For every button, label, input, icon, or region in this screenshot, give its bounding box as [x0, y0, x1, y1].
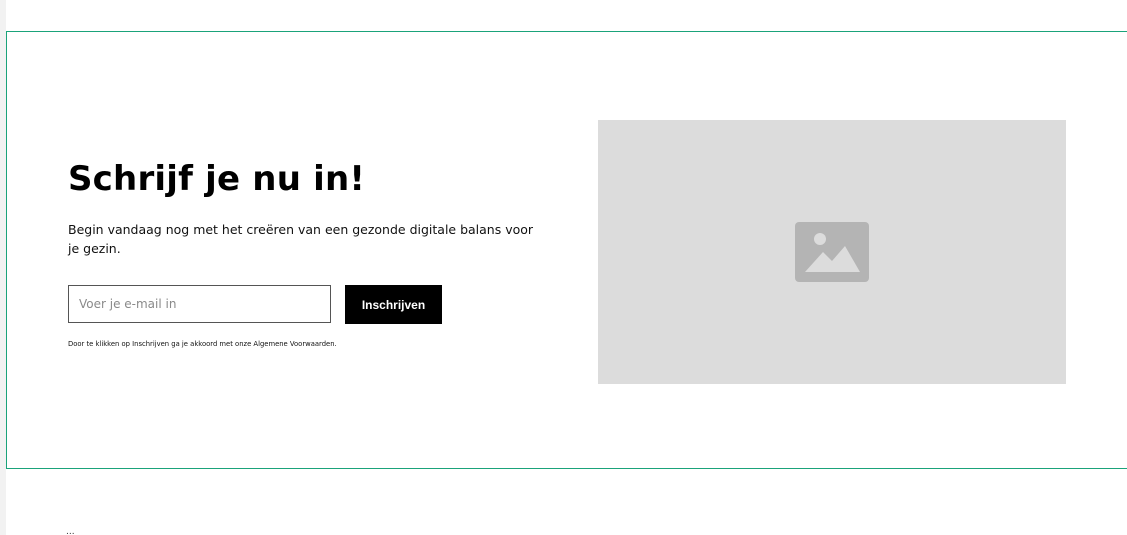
email-input[interactable] [68, 285, 331, 323]
footer-fragment: ... [66, 527, 75, 535]
signup-description: Begin vandaag nog met het creëren van ee… [68, 222, 534, 256]
signup-section: Schrijf je nu in! Begin vandaag nog met … [6, 31, 1127, 469]
image-placeholder-icon [795, 222, 869, 282]
page: Schrijf je nu in! Begin vandaag nog met … [0, 0, 1127, 535]
subscribe-button[interactable]: Inschrijven [345, 285, 442, 324]
terms-text: Door te klikken op Inschrijven ga je akk… [68, 340, 337, 348]
image-placeholder [598, 120, 1066, 384]
signup-heading: Schrijf je nu in! [68, 159, 366, 199]
